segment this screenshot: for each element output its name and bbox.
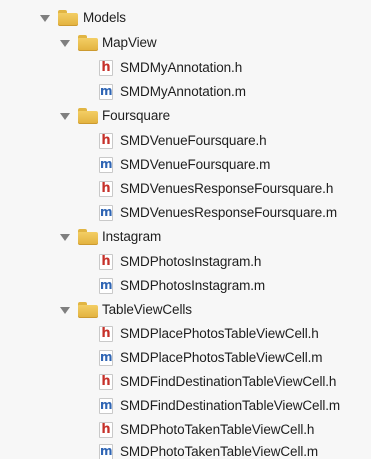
header-file-icon: h	[99, 326, 113, 342]
header-file-icon: h	[99, 60, 113, 76]
file-label: SMDMyAnnotation.m	[120, 84, 246, 99]
tree-row-label: TableViewCells	[102, 302, 192, 317]
tree-row-file[interactable]: h SMDVenuesResponseFoursquare.h	[0, 177, 371, 201]
implementation-file-icon: m	[99, 157, 113, 173]
file-label: SMDVenuesResponseFoursquare.h	[120, 181, 334, 196]
folder-icon	[78, 108, 98, 124]
header-file-icon: h	[99, 422, 113, 438]
file-label: SMDFindDestinationTableViewCell.h	[120, 374, 337, 389]
disclosure-triangle-icon[interactable]	[60, 40, 70, 47]
header-file-icon: h	[99, 254, 113, 270]
tree-row-models[interactable]: Models	[0, 6, 371, 30]
file-label: SMDVenuesResponseFoursquare.m	[120, 205, 337, 220]
file-label: SMDPhotosInstagram.h	[120, 254, 262, 269]
tree-row-file[interactable]: h SMDPhotoTakenTableViewCell.h	[0, 418, 371, 442]
project-navigator: Models MapView h SMDMyAnnotation.h m SMD…	[0, 0, 371, 459]
implementation-file-icon: m	[99, 84, 113, 100]
file-label: SMDPlacePhotosTableViewCell.h	[120, 326, 319, 341]
tree-row-file[interactable]: h SMDPlacePhotosTableViewCell.h	[0, 322, 371, 346]
file-label: SMDPhotosInstagram.m	[120, 278, 266, 293]
folder-icon	[78, 302, 98, 318]
tree-row-file[interactable]: m SMDVenueFoursquare.m	[0, 153, 371, 177]
folder-icon	[78, 229, 98, 245]
tree-row-file[interactable]: m SMDPlacePhotosTableViewCell.m	[0, 346, 371, 370]
file-label: SMDVenueFoursquare.h	[120, 133, 267, 148]
disclosure-triangle-icon[interactable]	[60, 234, 70, 241]
file-label: SMDMyAnnotation.h	[120, 60, 243, 75]
tree-row-label: Models	[83, 10, 126, 25]
file-label: SMDFindDestinationTableViewCell.m	[120, 398, 341, 413]
tree-row-file[interactable]: m SMDVenuesResponseFoursquare.m	[0, 201, 371, 225]
implementation-file-icon: m	[99, 205, 113, 221]
file-label: SMDPhotoTakenTableViewCell.h	[120, 422, 315, 437]
tree-row-file[interactable]: m SMDPhotosInstagram.m	[0, 274, 371, 298]
disclosure-triangle-icon[interactable]	[40, 15, 50, 22]
file-label: SMDPhotoTakenTableViewCell.m	[120, 444, 319, 459]
implementation-file-icon: m	[99, 350, 113, 366]
tree-row-label: Instagram	[102, 229, 162, 244]
header-file-icon: h	[99, 181, 113, 197]
implementation-file-icon: m	[99, 398, 113, 414]
tree-row-file[interactable]: h SMDFindDestinationTableViewCell.h	[0, 370, 371, 394]
tree-row-tableviewcells[interactable]: TableViewCells	[0, 298, 371, 322]
folder-icon	[78, 35, 98, 51]
tree-row-instagram[interactable]: Instagram	[0, 225, 371, 249]
tree-row-file[interactable]: h SMDMyAnnotation.h	[0, 56, 371, 80]
file-label: SMDVenueFoursquare.m	[120, 157, 271, 172]
tree-row-file[interactable]: h SMDPhotosInstagram.h	[0, 250, 371, 274]
tree-row-mapview[interactable]: MapView	[0, 31, 371, 55]
disclosure-triangle-icon[interactable]	[60, 307, 70, 314]
header-file-icon: h	[99, 133, 113, 149]
implementation-file-icon: m	[99, 278, 113, 294]
folder-icon	[58, 10, 78, 26]
tree-row-label: MapView	[102, 35, 157, 50]
tree-row-file[interactable]: m SMDPhotoTakenTableViewCell.m	[0, 440, 371, 459]
disclosure-triangle-icon[interactable]	[60, 113, 70, 120]
tree-row-file[interactable]: h SMDVenueFoursquare.h	[0, 129, 371, 153]
file-label: SMDPlacePhotosTableViewCell.m	[120, 350, 323, 365]
tree-row-file[interactable]: m SMDMyAnnotation.m	[0, 80, 371, 104]
implementation-file-icon: m	[99, 444, 113, 459]
tree-row-label: Foursquare	[102, 108, 171, 123]
tree-row-foursquare[interactable]: Foursquare	[0, 104, 371, 128]
header-file-icon: h	[99, 374, 113, 390]
tree-row-file[interactable]: m SMDFindDestinationTableViewCell.m	[0, 394, 371, 418]
